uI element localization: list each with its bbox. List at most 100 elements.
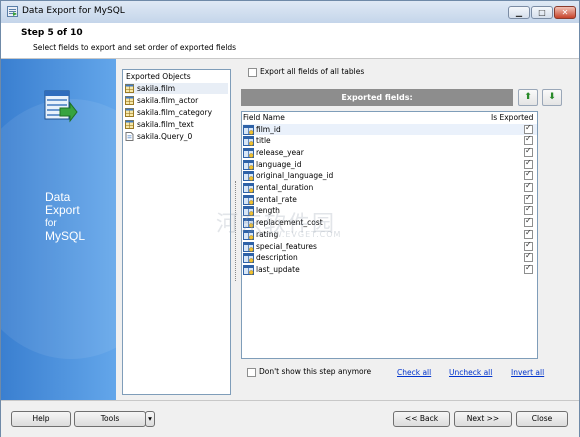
dont-show-checkbox[interactable]: [247, 368, 256, 377]
invert-all-link[interactable]: Invert all: [511, 368, 544, 377]
watermark-url: WWW.EVGET.COM: [256, 230, 342, 239]
query-icon: [125, 132, 134, 141]
export-all-checkbox[interactable]: [248, 68, 257, 77]
is-exported-checkbox[interactable]: [524, 169, 533, 181]
check-all-link[interactable]: Check all: [397, 368, 431, 377]
step-subtitle: Select fields to export and set order of…: [33, 43, 237, 52]
list-item-label: sakila.film_actor: [137, 96, 199, 105]
table-row[interactable]: film_id: [242, 123, 537, 136]
move-down-button[interactable]: ⬇: [542, 89, 562, 106]
field-icon: [243, 241, 254, 252]
title-bar[interactable]: Data Export for MySQL ▁ □ ✕: [1, 1, 579, 23]
tools-dropdown-button[interactable]: ▾: [145, 411, 155, 427]
exported-objects-list[interactable]: Exported Objects sakila.film sakila.film…: [122, 69, 231, 395]
help-button[interactable]: Help: [11, 411, 71, 427]
product-line-4: MySQL: [45, 229, 86, 243]
field-icon: [243, 264, 254, 275]
is-exported-checkbox[interactable]: [524, 123, 533, 134]
table-row[interactable]: original_language_id: [242, 169, 537, 182]
list-item[interactable]: sakila.film_actor: [125, 95, 228, 106]
field-name: description: [256, 253, 298, 263]
field-name: language_id: [256, 159, 302, 169]
product-line-2: Export: [45, 203, 80, 217]
minimize-icon: ▁: [515, 8, 523, 17]
field-icon: [243, 147, 254, 158]
maximize-button[interactable]: □: [531, 6, 553, 19]
is-exported-checkbox[interactable]: [524, 216, 533, 228]
table-row[interactable]: last_update: [242, 263, 537, 276]
wizard-sidebar: Data Export for MySQL: [1, 59, 116, 400]
table-row[interactable]: special_features: [242, 240, 537, 253]
table-icon: [125, 120, 134, 129]
is-exported-checkbox[interactable]: [524, 134, 533, 146]
dont-show-label: Don't show this step anymore: [259, 367, 372, 376]
exported-fields-header: Exported fields:: [241, 89, 513, 106]
table-row[interactable]: rental_rate: [242, 193, 537, 206]
field-name: rental_duration: [256, 183, 314, 192]
next-button[interactable]: Next >>: [454, 411, 512, 427]
chevron-down-icon: ▾: [148, 414, 152, 423]
field-name: last_update: [256, 264, 300, 274]
is-exported-checkbox[interactable]: [524, 240, 533, 251]
data-export-logo-icon: [44, 90, 78, 123]
is-exported-checkbox[interactable]: [524, 193, 533, 204]
main-window: Data Export for MySQL ▁ □ ✕ Step 5 of 10…: [0, 0, 580, 437]
window-title: Data Export for MySQL: [22, 6, 125, 16]
field-name: title: [256, 136, 271, 146]
table-icon: [125, 84, 134, 93]
table-icon: [125, 108, 134, 117]
is-exported-checkbox[interactable]: [524, 181, 533, 192]
maximize-icon: □: [538, 8, 546, 17]
field-icon: [243, 159, 254, 170]
field-icon: [243, 136, 254, 147]
field-icon: [243, 124, 254, 135]
field-name: original_language_id: [256, 171, 334, 181]
field-icon: [243, 171, 254, 182]
is-exported-checkbox[interactable]: [524, 158, 533, 169]
field-name: special_features: [256, 241, 317, 251]
list-item-label: sakila.film: [137, 84, 176, 93]
move-up-button[interactable]: ⬆: [518, 89, 538, 106]
table-icon: [125, 96, 134, 105]
is-exported-checkbox[interactable]: [524, 146, 533, 157]
field-name: release_year: [256, 147, 304, 157]
field-icon: [243, 194, 254, 205]
field-name: film_id: [256, 124, 281, 134]
list-item[interactable]: sakila.Query_0: [125, 131, 228, 142]
table-row[interactable]: language_id: [242, 158, 537, 171]
field-name: rental_rate: [256, 194, 297, 204]
table-row[interactable]: rental_duration: [242, 181, 537, 194]
step-title: Step 5 of 10: [21, 28, 83, 38]
close-window-button[interactable]: ✕: [554, 6, 576, 19]
list-item[interactable]: sakila.film_category: [125, 107, 228, 118]
field-icon: [243, 183, 254, 193]
back-button[interactable]: << Back: [393, 411, 450, 427]
column-header-field-name[interactable]: Field Name: [243, 113, 285, 123]
arrow-up-icon: ⬆: [524, 92, 532, 102]
arrow-down-icon: ⬇: [548, 92, 556, 102]
table-row[interactable]: description: [242, 251, 537, 264]
exported-objects-header: Exported Objects: [126, 72, 191, 81]
export-all-label: Export all fields of all tables: [260, 67, 365, 76]
list-item-label: sakila.film_category: [137, 108, 213, 117]
tools-button[interactable]: Tools: [74, 411, 146, 427]
list-item-label: sakila.film_text: [137, 120, 194, 129]
button-bar: Help Tools ▾ << Back Next >> Close: [1, 400, 579, 437]
list-item-label: sakila.Query_0: [137, 132, 193, 141]
minimize-button[interactable]: ▁: [508, 6, 530, 19]
is-exported-checkbox[interactable]: [524, 204, 533, 216]
app-icon: [7, 6, 18, 17]
table-row[interactable]: title: [242, 134, 537, 147]
close-button[interactable]: Close: [516, 411, 568, 427]
is-exported-checkbox[interactable]: [524, 263, 533, 274]
uncheck-all-link[interactable]: Uncheck all: [449, 368, 492, 377]
close-icon: ✕: [561, 8, 569, 17]
is-exported-checkbox[interactable]: [524, 228, 533, 239]
list-item[interactable]: sakila.film: [125, 83, 228, 94]
list-item[interactable]: sakila.film_text: [125, 119, 228, 130]
product-name: Data Export for MySQL: [45, 191, 85, 243]
column-header-is-exported[interactable]: Is Exported: [491, 113, 533, 123]
is-exported-checkbox[interactable]: [524, 251, 533, 263]
wizard-header: Step 5 of 10 Select fields to export and…: [1, 23, 579, 59]
table-row[interactable]: release_year: [242, 146, 537, 159]
